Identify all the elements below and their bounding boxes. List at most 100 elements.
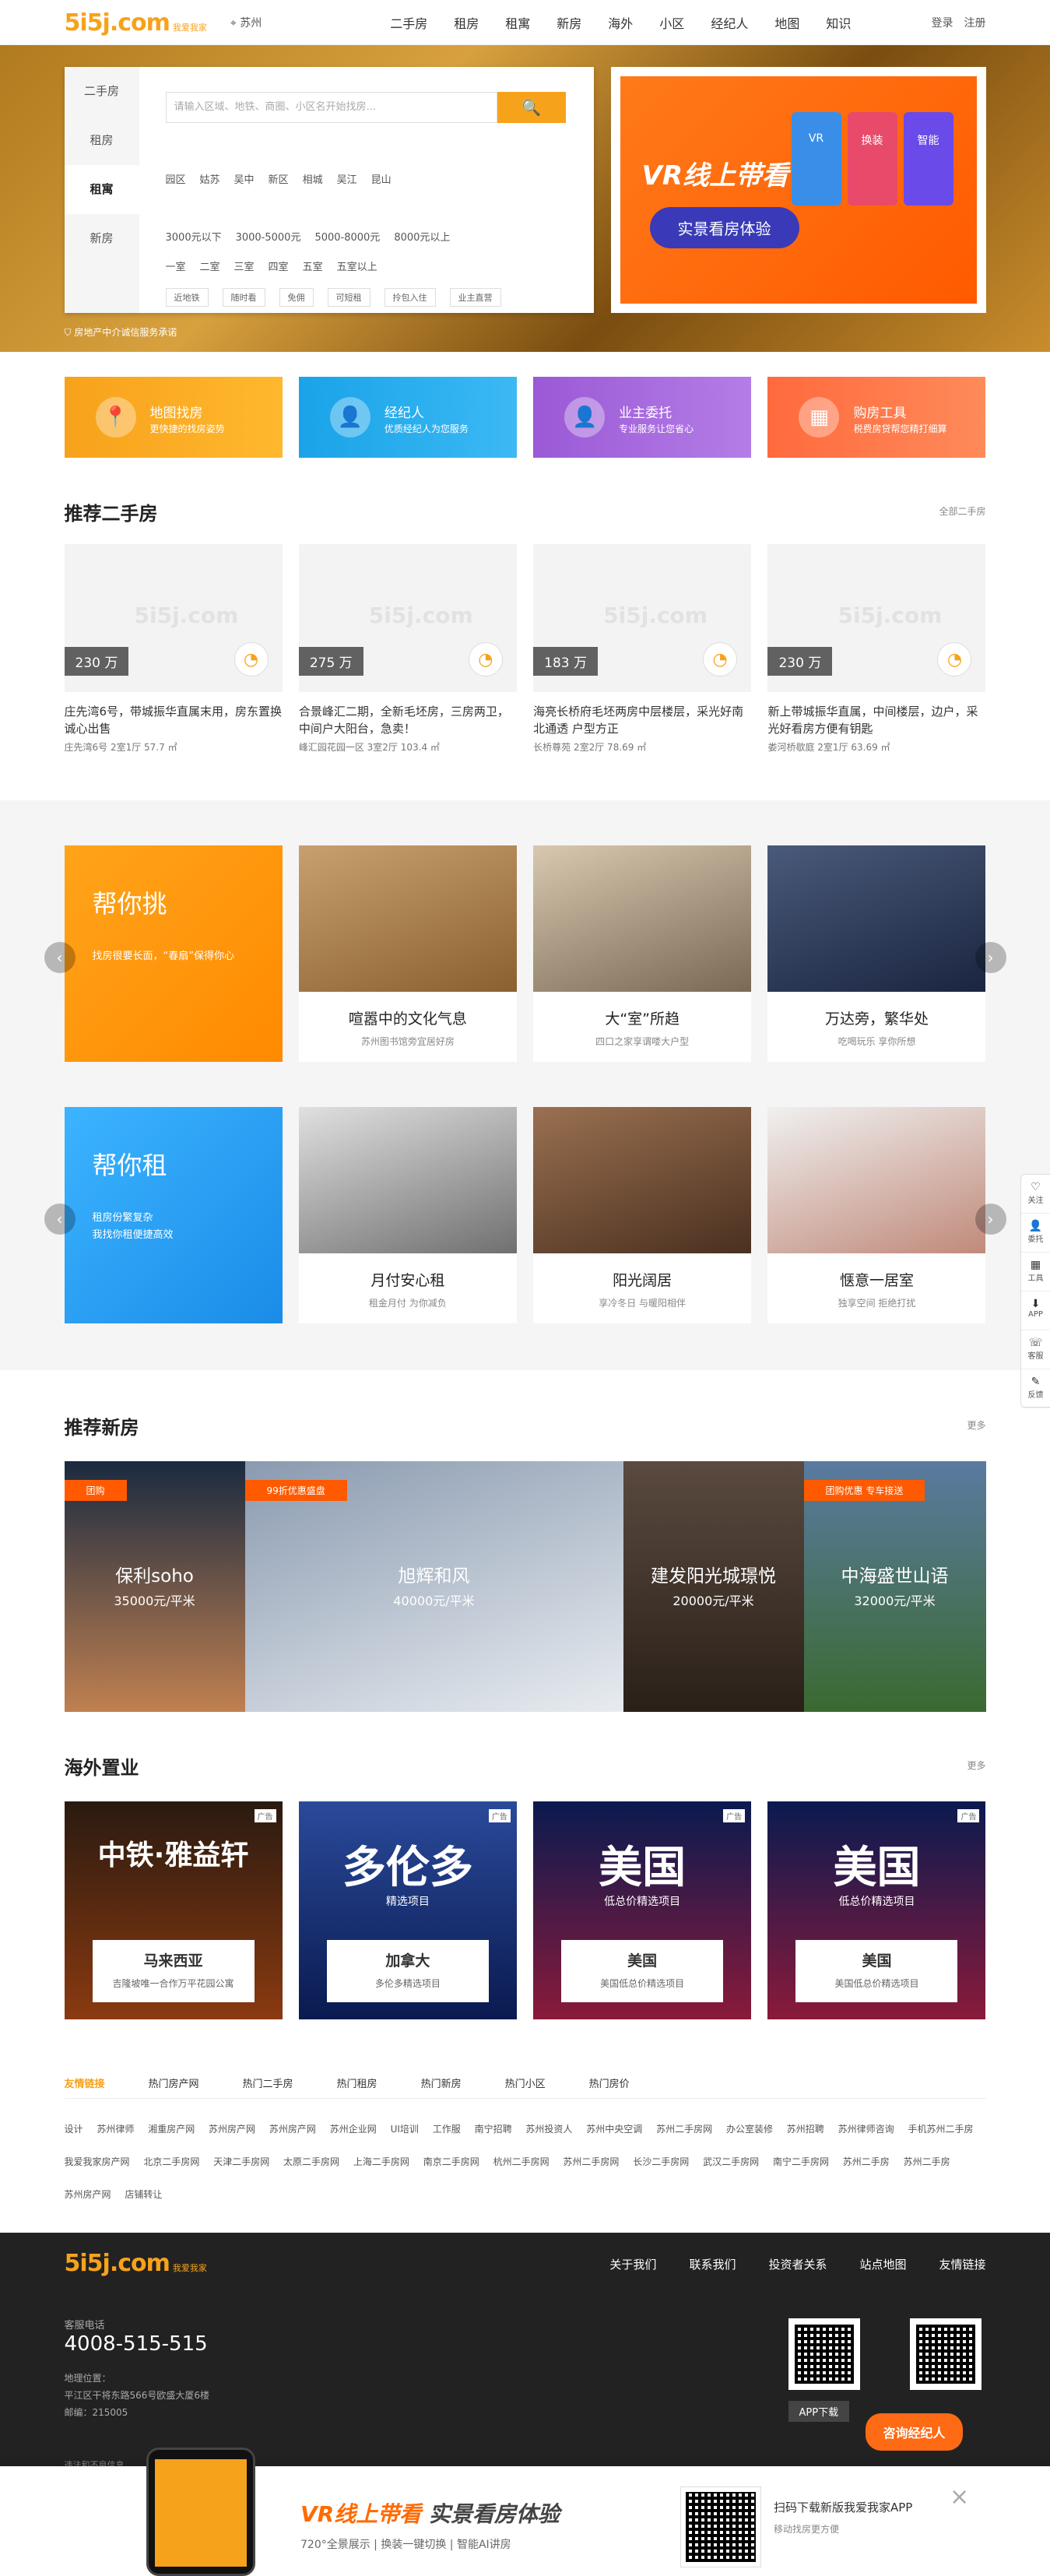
vr-experience-button[interactable]: 实景看房体验 — [649, 207, 799, 248]
side-service[interactable]: ☏ 客服 — [1021, 1330, 1050, 1369]
links-tab[interactable]: 热门小区 — [505, 2075, 546, 2090]
topic-card[interactable]: 喧嚣中的文化气息 苏州图书馆旁宜居好房 — [298, 845, 517, 1062]
rent-banner[interactable]: 帮你租 租房份繁复杂 我找你租便捷高效 — [64, 1107, 283, 1323]
overseas-card[interactable]: 广告 美国 低总价精选项目 美国 美国低总价精选项目 — [767, 1801, 986, 2019]
house-card[interactable]: 5i5j.com 183 万 ◔ 海亮长桥府毛坯两房中层楼层，采光好南北通透 户型方正… — [533, 544, 752, 754]
nav-item[interactable]: 海外 — [608, 13, 633, 32]
topic-card[interactable]: 月付安心租 租金月付 为你减负 — [298, 1107, 517, 1323]
topic-card[interactable]: 阳光阔居 享冷冬日 与暖阳相伴 — [533, 1107, 752, 1323]
filter-link[interactable]: 吴中 — [234, 174, 255, 186]
friend-link[interactable]: 苏州房产网 — [65, 2189, 111, 2200]
friend-link[interactable]: 设计 — [65, 2124, 83, 2135]
links-tab[interactable]: 热门房价 — [589, 2075, 630, 2090]
friend-link[interactable]: 长沙二手房网 — [633, 2156, 689, 2167]
service-agent[interactable]: 👤 经纪人 优质经纪人为您服务 — [298, 377, 517, 458]
search-tab[interactable]: 新房 — [65, 214, 139, 263]
filter-link[interactable]: 二室 — [200, 262, 220, 273]
nav-item[interactable]: 地图 — [774, 13, 799, 32]
footer-link[interactable]: 投资者关系 — [768, 2258, 827, 2272]
filter-link[interactable]: 8000元以上 — [394, 232, 450, 244]
nav-item[interactable]: 租房 — [454, 13, 479, 32]
friend-link[interactable]: 工作服 — [433, 2124, 461, 2135]
friend-link[interactable]: 苏州二手房 — [904, 2156, 950, 2167]
footer-link[interactable]: 站点地图 — [859, 2258, 906, 2272]
friend-link[interactable]: 武汉二手房网 — [703, 2156, 759, 2167]
friend-link[interactable]: 苏州企业网 — [330, 2124, 377, 2135]
friend-link[interactable]: 天津二手房网 — [213, 2156, 269, 2167]
links-tab[interactable]: 热门新房 — [421, 2075, 462, 2090]
footer-link[interactable]: 友情链接 — [939, 2258, 985, 2272]
friend-link[interactable]: 苏州二手房网 — [656, 2124, 712, 2135]
side-follow[interactable]: ♡ 关注 — [1021, 1175, 1050, 1214]
filter-link[interactable]: 三室 — [234, 262, 255, 273]
more-link[interactable]: 更多 — [967, 1418, 985, 1432]
service-owner[interactable]: 👤 业主委托 专业服务让您省心 — [533, 377, 752, 458]
links-tab[interactable]: 热门二手房 — [243, 2075, 293, 2090]
nav-item[interactable]: 新房 — [557, 13, 581, 32]
search-button[interactable]: 🔍 — [497, 92, 566, 123]
friend-link[interactable]: 南宁招聘 — [475, 2124, 512, 2135]
feature-tag[interactable]: 拎包入住 — [384, 288, 436, 307]
vr-ad-banner[interactable]: VR线上带看 实景看房体验 VR 换装 智能 — [610, 67, 986, 313]
friend-link[interactable]: 我爱我家房产网 — [65, 2156, 130, 2167]
friend-link[interactable]: 苏州中央空调 — [586, 2124, 642, 2135]
friend-link[interactable]: 湘重房产网 — [148, 2124, 195, 2135]
service-map-search[interactable]: 📍 地图找房 更快捷的找房姿势 — [64, 377, 283, 458]
login-link[interactable]: 登录 — [932, 17, 953, 30]
friend-link[interactable]: 苏州律师 — [97, 2124, 134, 2135]
filter-link[interactable]: 园区 — [166, 174, 186, 186]
app-download-label[interactable]: APP下载 — [788, 2401, 850, 2422]
search-tab[interactable]: 租房 — [65, 116, 139, 165]
integrity-pledge[interactable]: ⛉ 房地产中介诚信服务承诺 — [65, 325, 177, 339]
filter-link[interactable]: 姑苏 — [200, 174, 220, 186]
overseas-card[interactable]: 广告 多伦多 精选项目 加拿大 多伦多精选项目 — [298, 1801, 517, 2019]
search-tab[interactable]: 二手房 — [65, 67, 139, 116]
carousel-next-button[interactable]: › — [974, 942, 1006, 973]
carousel-next-button[interactable]: › — [974, 1204, 1006, 1235]
links-tab[interactable]: 热门房产网 — [149, 2075, 199, 2090]
nav-item[interactable]: 二手房 — [390, 13, 427, 32]
friend-link[interactable]: 南宁二手房网 — [773, 2156, 829, 2167]
links-tab[interactable]: 友情链接 — [65, 2075, 105, 2090]
house-card[interactable]: 5i5j.com 230 万 ◔ 新上带城振华直属，中间楼层，边户，采光好看房方便有钥… — [767, 544, 986, 754]
nav-item[interactable]: 租寓 — [505, 13, 530, 32]
filter-link[interactable]: 新区 — [269, 174, 289, 186]
friend-link[interactable]: UI培训 — [391, 2124, 419, 2135]
friend-link[interactable]: 手机苏州二手房 — [908, 2124, 973, 2135]
overseas-card[interactable]: 广告 中铁·雅益轩 马来西亚 吉隆坡唯一合作万平花园公寓 — [64, 1801, 283, 2019]
friend-link[interactable]: 办公室装修 — [726, 2124, 773, 2135]
feature-tag[interactable]: 可短租 — [327, 288, 370, 307]
footer-link[interactable]: 关于我们 — [609, 2258, 656, 2272]
friend-link[interactable]: 苏州律师咨询 — [838, 2124, 894, 2135]
friend-link[interactable]: 店铺转让 — [125, 2189, 162, 2200]
filter-link[interactable]: 5000-8000元 — [314, 232, 380, 244]
links-tab[interactable]: 热门租房 — [337, 2075, 378, 2090]
topic-card[interactable]: 万达旁，繁华处 吃喝玩乐 享你所想 — [767, 845, 986, 1062]
friend-link[interactable]: 苏州投资人 — [525, 2124, 572, 2135]
service-tools[interactable]: ▦ 购房工具 税费房贷帮您精打细算 — [767, 377, 986, 458]
newhouse-card[interactable]: 99折优惠盛盘 旭辉和风 40000元/平米 — [244, 1461, 623, 1712]
search-input[interactable]: 请输入区域、地铁、商圈、小区名开始找房... — [165, 92, 497, 123]
carousel-prev-button[interactable]: ‹ — [44, 1204, 76, 1235]
search-tab-active[interactable]: 租寓 — [64, 165, 139, 214]
topic-card[interactable]: 大“室”所趋 四口之家享谓喽大户型 — [533, 845, 752, 1062]
site-logo[interactable]: 5i5j.com 我爱我家 — [65, 9, 207, 37]
newhouse-card[interactable]: 建发阳光城璟悦 20000元/平米 — [623, 1461, 804, 1712]
overseas-card[interactable]: 广告 美国 低总价精选项目 美国 美国低总价精选项目 — [533, 1801, 752, 2019]
nav-item[interactable]: 知识 — [826, 13, 851, 32]
friend-link[interactable]: 苏州二手房网 — [563, 2156, 619, 2167]
newhouse-card[interactable]: 团购优惠 专车接送 中海盛世山语 32000元/平米 — [803, 1461, 986, 1712]
friend-link[interactable]: 苏州二手房 — [843, 2156, 890, 2167]
feature-tag[interactable]: 业主直营 — [449, 288, 501, 307]
filter-link[interactable]: 吴江 — [337, 174, 357, 186]
close-icon[interactable]: × — [950, 2483, 969, 2511]
nav-item[interactable]: 经纪人 — [711, 13, 748, 32]
feature-tag[interactable]: 近地铁 — [165, 288, 209, 307]
nav-item[interactable]: 小区 — [659, 13, 684, 32]
more-link[interactable]: 全部二手房 — [939, 504, 985, 518]
footer-link[interactable]: 联系我们 — [689, 2258, 736, 2272]
feature-tag[interactable]: 免佣 — [279, 288, 314, 307]
filter-link[interactable]: 五室 — [303, 262, 323, 273]
choose-banner[interactable]: 帮你挑 找房很要长面，“春扇”保得你心 — [64, 845, 283, 1062]
friend-link[interactable]: 上海二手房网 — [353, 2156, 409, 2167]
